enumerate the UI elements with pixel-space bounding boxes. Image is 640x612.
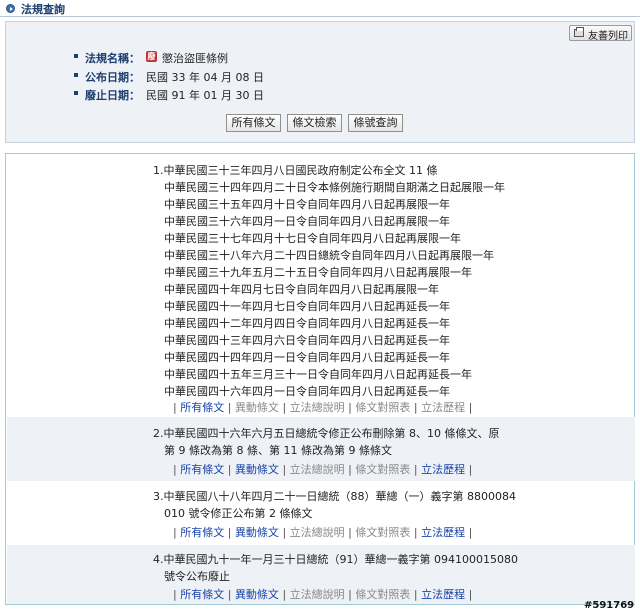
- amended-articles-link[interactable]: 異動條文: [235, 588, 279, 601]
- history-line: 中華民國四十年四月七日令自同年四月八日起再展限一年: [164, 283, 439, 296]
- history-item-links: | 所有條文 | 異動條文 | 立法總說明 | 條文對照表 | 立法歷程 |: [173, 588, 473, 601]
- history-line: 中華民國四十四年四月一日令自同年四月八日起再延長一年: [164, 351, 450, 364]
- history-line: 中華民國三十七年四月十七日令自同年四月八日起再展限一年: [164, 232, 461, 245]
- legislative-history-link[interactable]: 立法歷程: [421, 401, 465, 414]
- square-bullet-icon: [74, 73, 78, 77]
- all-articles-link[interactable]: 所有條文: [180, 526, 224, 539]
- amended-articles-link[interactable]: 異動條文: [235, 463, 279, 476]
- history-line: 中華民國三十六年四月一日令自同年四月八日起再展限一年: [164, 215, 450, 228]
- article-number-search-button[interactable]: 條號查詢: [348, 114, 403, 132]
- history-line: 中華民國三十五年四月十日令自同年四月八日起再展限一年: [164, 198, 450, 211]
- legislative-history-link[interactable]: 立法歷程: [421, 588, 465, 601]
- page-title: 法規查詢: [21, 3, 65, 16]
- history-line: 中華民國四十二年四月四日令自同年四月八日起再延長一年: [164, 317, 450, 330]
- legislative-history-link[interactable]: 立法歷程: [421, 463, 465, 476]
- title-divider: [0, 16, 640, 17]
- history-item-links: | 所有條文 | 異動條文 | 立法總說明 | 條文對照表 | 立法歷程 |: [173, 401, 473, 414]
- legislative-explanation-link[interactable]: 立法總說明: [290, 588, 345, 601]
- amended-articles-link[interactable]: 異動條文: [235, 526, 279, 539]
- article-comparison-link[interactable]: 條文對照表: [355, 526, 410, 539]
- article-search-button[interactable]: 條文檢索: [287, 114, 342, 132]
- history-item: 2.中華民國四十六年六月五日總統令修正公布刪除第 8、10 條條文、原 第 9 …: [7, 417, 635, 481]
- law-name-label: 法規名稱：: [85, 52, 140, 65]
- history-line: 中華民國三十四年四月二十日令本條例施行期間自期滿之日起展限一年: [164, 181, 505, 194]
- legislative-explanation-link[interactable]: 立法總說明: [290, 401, 345, 414]
- history-item: 4.中華民國九十一年一月三十日總統（91）華總一義字第 094100015080…: [7, 545, 635, 604]
- history-line: 第 9 條改為第 8 條、第 11 條改為第 9 條條文: [164, 444, 392, 457]
- history-item: 3.中華民國八十八年四月二十一日總統（88）華總（一）義字第 8800084 0…: [7, 482, 635, 544]
- all-articles-link[interactable]: 所有條文: [180, 588, 224, 601]
- all-articles-button[interactable]: 所有條文: [226, 114, 281, 132]
- history-item-links: | 所有條文 | 異動條文 | 立法總說明 | 條文對照表 | 立法歷程 |: [173, 463, 473, 476]
- article-comparison-link[interactable]: 條文對照表: [355, 463, 410, 476]
- law-name: 懲治盜匪條例: [162, 52, 228, 65]
- history-line: 3.中華民國八十八年四月二十一日總統（88）華總（一）義字第 8800084: [153, 490, 516, 503]
- article-comparison-link[interactable]: 條文對照表: [355, 588, 410, 601]
- history-line: 2.中華民國四十六年六月五日總統令修正公布刪除第 8、10 條條文、原: [153, 427, 500, 440]
- print-button[interactable]: 友善列印: [569, 25, 632, 42]
- repeal-date-label: 廢止日期：: [85, 89, 140, 102]
- square-bullet-icon: [74, 54, 78, 58]
- history-line: 號令公布廢止: [164, 570, 230, 583]
- article-comparison-link[interactable]: 條文對照表: [355, 401, 410, 414]
- history-line: 中華民國四十一年四月七日令自同年四月八日起再延長一年: [164, 300, 450, 313]
- legislative-history-list: 1.中華民國三十三年四月八日國民政府制定公布全文 11 條 中華民國三十四年四月…: [5, 153, 635, 605]
- printer-icon: [574, 27, 584, 37]
- history-item-links: | 所有條文 | 異動條文 | 立法總說明 | 條文對照表 | 立法歷程 |: [173, 526, 473, 539]
- announce-date-value: 民國 33 年 04 月 08 日: [146, 71, 264, 84]
- history-line: 中華民國三十九年五月二十五日令自同年四月八日起再展限一年: [164, 266, 472, 279]
- repealed-icon: 廢: [146, 51, 157, 62]
- all-articles-link[interactable]: 所有條文: [180, 401, 224, 414]
- repeal-date-value: 民國 91 年 01 月 30 日: [146, 89, 264, 102]
- history-line: 中華民國四十五年三月三十一日令自同年四月八日起再延長一年: [164, 368, 472, 381]
- legislative-explanation-link[interactable]: 立法總說明: [290, 526, 345, 539]
- history-line: 中華民國四十六年四月一日令自同年四月八日起再延長一年: [164, 385, 450, 398]
- history-line: 1.中華民國三十三年四月八日國民政府制定公布全文 11 條: [153, 164, 438, 177]
- history-line: 010 號令修正公布第 2 條條文: [164, 507, 313, 520]
- repeal-date-row: 廢止日期： 民國 91 年 01 月 30 日: [74, 86, 374, 102]
- legislative-history-link[interactable]: 立法歷程: [421, 526, 465, 539]
- history-line: 中華民國三十八年六月二十四日總統令自同年四月八日起再展限一年: [164, 249, 494, 262]
- legislative-explanation-link[interactable]: 立法總說明: [290, 463, 345, 476]
- announce-date-row: 公布日期： 民國 33 年 04 月 08 日: [74, 68, 374, 84]
- amended-articles-link[interactable]: 異動條文: [235, 401, 279, 414]
- history-line: 中華民國四十三年四月六日令自同年四月八日起再延長一年: [164, 334, 450, 347]
- watermark-id: #591769: [584, 600, 635, 611]
- bullet-circle-icon: [6, 4, 15, 13]
- law-name-row: 法規名稱： 廢 懲治盜匪條例: [74, 49, 374, 65]
- square-bullet-icon: [74, 91, 78, 95]
- print-button-label: 友善列印: [588, 31, 628, 42]
- history-item: 1.中華民國三十三年四月八日國民政府制定公布全文 11 條 中華民國三十四年四月…: [7, 154, 635, 416]
- title-bar: 法規查詢: [0, 0, 640, 17]
- history-line: 4.中華民國九十一年一月三十日總統（91）華總一義字第 094100015080: [153, 553, 518, 566]
- all-articles-link[interactable]: 所有條文: [180, 463, 224, 476]
- announce-date-label: 公布日期：: [85, 71, 140, 84]
